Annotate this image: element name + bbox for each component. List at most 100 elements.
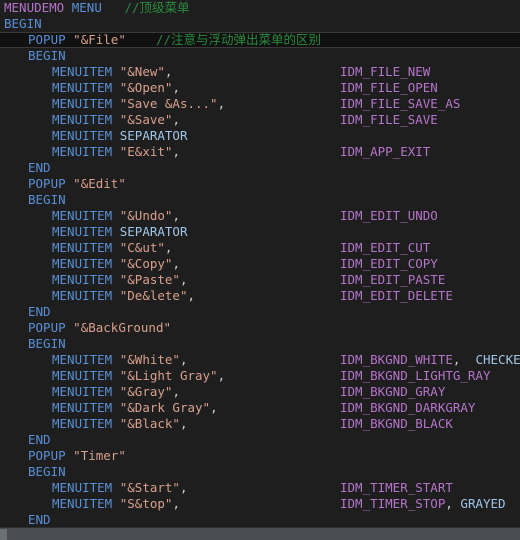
- menu-command-identifier: IDM_EDIT_PASTE: [340, 272, 445, 288]
- code-token: ,: [172, 112, 180, 127]
- code-line[interactable]: MENUITEM "&Gray", IDM_BKGND_GRAY: [0, 384, 520, 400]
- menu-command-identifier: IDM_FILE_SAVE_AS: [340, 96, 460, 112]
- code-token: SEPARATOR: [119, 128, 188, 143]
- code-line[interactable]: END: [0, 432, 520, 448]
- code-line[interactable]: MENUITEM "&Copy", IDM_EDIT_COPY: [0, 256, 520, 272]
- code-line-text: MENUITEM "S&top",: [52, 496, 180, 512]
- code-line-text: MENUITEM "&Black",: [52, 416, 188, 432]
- code-line[interactable]: BEGIN: [0, 16, 520, 32]
- code-line[interactable]: MENUITEM "&Start", IDM_TIMER_START: [0, 480, 520, 496]
- code-token: END: [28, 512, 51, 527]
- code-token: "De&lete": [119, 288, 188, 303]
- code-line[interactable]: MENUITEM "S&top", IDM_TIMER_STOP, GRAYED: [0, 496, 520, 512]
- code-token: IDM_BKGND_WHITE: [340, 352, 453, 367]
- code-line-current[interactable]: POPUP "&File" //注意与浮动弹出菜单的区别: [0, 32, 520, 48]
- menu-command-identifier: IDM_EDIT_UNDO: [340, 208, 438, 224]
- code-token: POPUP: [28, 320, 66, 335]
- code-token: ,: [172, 80, 180, 95]
- code-line[interactable]: POPUP "&BackGround": [0, 320, 520, 336]
- code-line-text: MENUITEM "&Copy",: [52, 256, 180, 272]
- code-line-text: END: [28, 512, 51, 527]
- code-line[interactable]: END: [0, 512, 520, 527]
- code-token: "&Light Gray": [119, 368, 218, 383]
- code-token: ,: [164, 64, 173, 79]
- code-token: IDM_EDIT_PASTE: [340, 272, 446, 287]
- code-line[interactable]: END: [0, 304, 520, 320]
- code-line[interactable]: MENUITEM "&Paste", IDM_EDIT_PASTE: [0, 272, 520, 288]
- code-token: END: [28, 432, 51, 447]
- code-token: MENUITEM: [52, 112, 113, 127]
- code-token: MENUITEM: [52, 80, 113, 95]
- code-line[interactable]: BEGIN: [0, 48, 520, 64]
- code-line-text: POPUP "&Edit": [28, 176, 126, 192]
- code-line[interactable]: END: [0, 160, 520, 176]
- code-token: END: [28, 160, 51, 175]
- code-line[interactable]: MENUITEM "&Dark Gray", IDM_BKGND_DARKGRAY: [0, 400, 520, 416]
- code-line[interactable]: MENUITEM "&Save", IDM_FILE_SAVE: [0, 112, 520, 128]
- code-line[interactable]: MENUITEM "&New", IDM_FILE_NEW: [0, 64, 520, 80]
- code-line-text: MENUITEM "Save &As...",: [52, 96, 225, 112]
- code-line-text: MENUITEM "C&ut",: [52, 240, 172, 256]
- code-line[interactable]: MENUITEM "&Undo", IDM_EDIT_UNDO: [0, 208, 520, 224]
- code-line[interactable]: MENUITEM "E&xit", IDM_APP_EXIT: [0, 144, 520, 160]
- code-token: ,: [210, 400, 218, 415]
- code-token: BEGIN: [28, 192, 66, 207]
- code-token: IDM_BKGND_GRAY: [340, 384, 446, 399]
- horizontal-scrollbar[interactable]: [0, 527, 520, 540]
- code-line-text: MENUITEM "E&xit",: [52, 144, 180, 160]
- code-token: ,: [217, 96, 226, 111]
- code-token: IDM_EDIT_DELETE: [340, 288, 453, 303]
- code-token: BEGIN: [28, 336, 66, 351]
- menu-command-identifier: IDM_FILE_SAVE: [340, 112, 438, 128]
- code-token: MENUITEM: [52, 496, 113, 511]
- code-token: "Timer": [73, 448, 126, 463]
- code-line[interactable]: MENUITEM "Save &As...", IDM_FILE_SAVE_AS: [0, 96, 520, 112]
- code-token: "&File": [73, 32, 126, 47]
- code-token: IDM_EDIT_COPY: [340, 256, 438, 271]
- code-token: IDM_FILE_OPEN: [340, 80, 438, 95]
- code-line-text: MENUITEM "&Undo",: [52, 208, 180, 224]
- code-line-text: MENUITEM "&Start",: [52, 480, 188, 496]
- code-token: IDM_EDIT_CUT: [340, 240, 431, 255]
- code-line[interactable]: POPUP "&Edit": [0, 176, 520, 192]
- code-line[interactable]: MENUITEM "C&ut", IDM_EDIT_CUT: [0, 240, 520, 256]
- code-line[interactable]: BEGIN: [0, 192, 520, 208]
- code-line-text: MENUITEM "&Gray",: [52, 384, 180, 400]
- code-line[interactable]: MENUITEM "&Light Gray", IDM_BKGND_LIGHTG_…: [0, 368, 520, 384]
- code-line[interactable]: MENUITEM "De&lete", IDM_EDIT_DELETE: [0, 288, 520, 304]
- code-line[interactable]: BEGIN: [0, 336, 520, 352]
- code-line[interactable]: MENUITEM "&Black", IDM_BKGND_BLACK: [0, 416, 520, 432]
- code-line[interactable]: MENUITEM SEPARATOR: [0, 224, 520, 240]
- code-line[interactable]: POPUP "Timer": [0, 448, 520, 464]
- code-line[interactable]: MENUDEMO MENU //顶级菜单: [0, 0, 520, 16]
- code-line-text: END: [28, 160, 51, 176]
- code-line[interactable]: MENUITEM SEPARATOR: [0, 128, 520, 144]
- menu-command-identifier: IDM_BKGND_BLACK: [340, 416, 453, 432]
- code-token: "&Dark Gray": [119, 400, 211, 415]
- code-line-text: MENUITEM "&Light Gray",: [52, 368, 225, 384]
- horizontal-scrollbar-thumb[interactable]: [0, 529, 7, 540]
- code-token: "Save &As...": [119, 96, 218, 111]
- code-line[interactable]: MENUITEM "&Open", IDM_FILE_OPEN: [0, 80, 520, 96]
- code-line[interactable]: BEGIN: [0, 464, 520, 480]
- code-line-text: POPUP "&BackGround": [28, 320, 171, 336]
- code-line-text: MENUITEM "&New",: [52, 64, 172, 80]
- code-token: END: [28, 304, 51, 319]
- menu-command-identifier: IDM_BKGND_GRAY: [340, 384, 445, 400]
- code-token: "C&ut": [119, 240, 165, 255]
- code-line[interactable]: MENUITEM "&White", IDM_BKGND_WHITE, CHECK…: [0, 352, 520, 368]
- code-token: ,: [179, 480, 188, 495]
- code-line-text: POPUP "&File" //注意与浮动弹出菜单的区别: [28, 33, 321, 47]
- code-token: "S&top": [119, 496, 173, 511]
- code-token: IDM_TIMER_START: [340, 480, 453, 495]
- code-editor[interactable]: MENUDEMO MENU //顶级菜单 BEGIN POPUP "&File" /…: [0, 0, 520, 527]
- code-token: ,: [179, 416, 188, 431]
